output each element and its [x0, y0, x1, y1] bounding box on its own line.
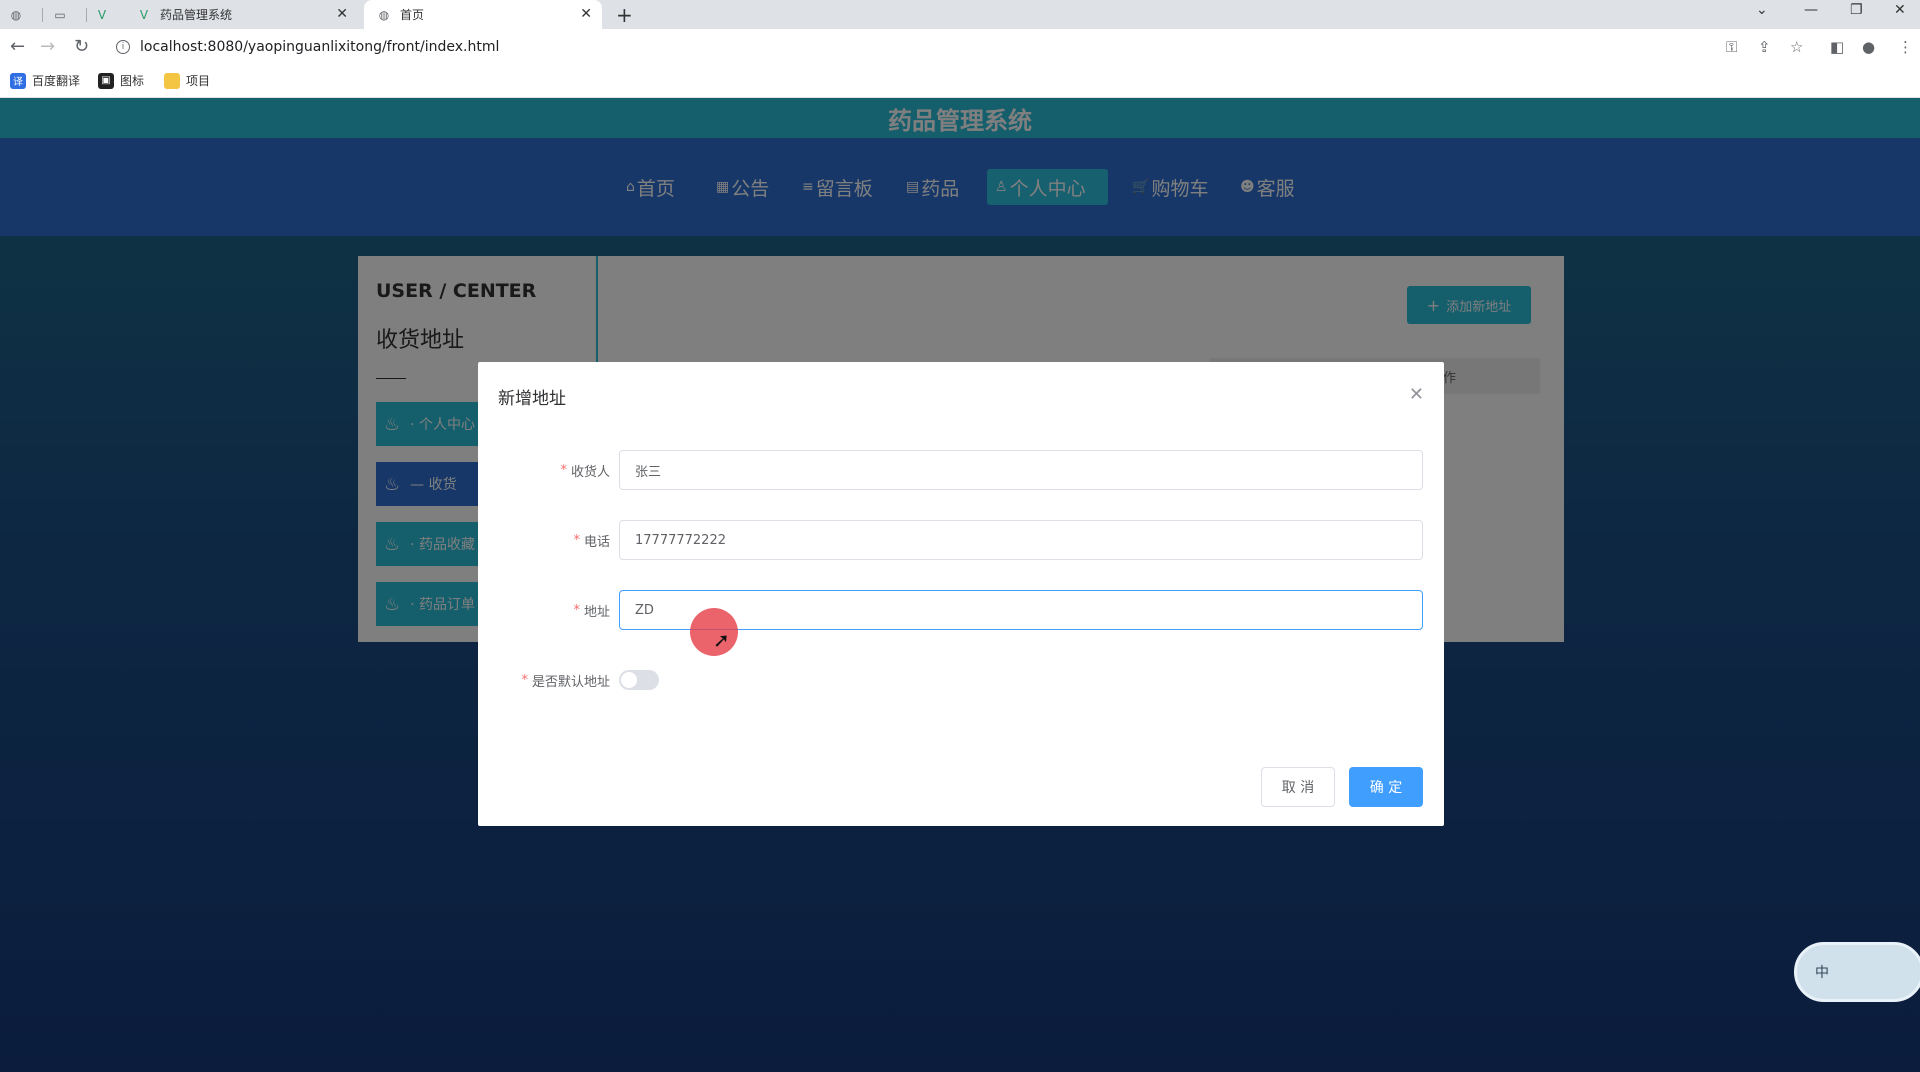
vue-logo-icon: V	[97, 7, 107, 22]
folder-icon	[164, 72, 180, 89]
confirm-button[interactable]: 确 定	[1349, 767, 1423, 807]
page-icon: ▭	[54, 7, 66, 22]
window-close-icon[interactable]: ✕	[1894, 2, 1906, 18]
toggle-knob	[621, 672, 637, 688]
phone-input[interactable]	[619, 520, 1423, 560]
default-address-toggle[interactable]	[619, 670, 659, 690]
share-icon[interactable]: ⇪	[1758, 38, 1771, 56]
image-icon: ▣	[98, 72, 114, 89]
address-bar: ← → ↻ i localhost:8080/yaopinguanlixiton…	[0, 29, 1920, 66]
default-label: * 是否默认地址	[521, 672, 610, 690]
close-tab-icon[interactable]: ✕	[336, 6, 348, 22]
vue-logo-icon: V	[139, 7, 149, 22]
bookmarks-bar: 译 百度翻译 ▣ 图标 项目	[0, 66, 1920, 98]
minimize-icon[interactable]: —	[1804, 2, 1818, 18]
bookmark-baidu-translate[interactable]: 译 百度翻译	[10, 72, 80, 89]
tab-title: 首页	[400, 8, 425, 22]
key-icon[interactable]: ⚿	[1726, 38, 1737, 56]
forward-icon[interactable]: →	[40, 36, 55, 57]
browser-tab-2[interactable]: ▭	[44, 0, 84, 29]
receiver-label: * 收货人	[560, 462, 610, 480]
receiver-input[interactable]	[619, 450, 1423, 490]
profile-icon[interactable]: ●	[1862, 38, 1875, 56]
phone-label: * 电话	[573, 532, 610, 550]
url-field[interactable]: i localhost:8080/yaopinguanlixitong/fron…	[108, 33, 1788, 61]
address-input[interactable]	[619, 590, 1423, 630]
address-row: * 地址	[478, 590, 1444, 630]
globe-icon: ◍	[10, 7, 22, 22]
ime-mode-label: 中	[1815, 965, 1829, 981]
close-tab-icon[interactable]: ✕	[580, 6, 592, 22]
reload-icon[interactable]: ↻	[74, 36, 89, 57]
side-panel-icon[interactable]: ◧	[1830, 38, 1844, 56]
address-label: * 地址	[573, 602, 610, 620]
translate-icon: 译	[10, 72, 26, 89]
ime-widget[interactable]: 中	[1794, 942, 1920, 1002]
tab-divider	[42, 8, 43, 22]
star-icon[interactable]: ☆	[1790, 38, 1803, 56]
back-icon[interactable]: ←	[10, 36, 25, 57]
cancel-button[interactable]: 取 消	[1261, 767, 1335, 807]
receiver-row: * 收货人	[478, 450, 1444, 490]
browser-tab-yaopin[interactable]: V 药品管理系统 ✕	[130, 0, 358, 29]
bookmark-projects[interactable]: 项目	[164, 72, 210, 89]
add-address-dialog: 新增地址 ✕ *收货人 *电话 *地址 *是否默认地址 取 消 确 定	[478, 362, 1444, 826]
url-text: localhost:8080/yaopinguanlixitong/front/…	[140, 39, 500, 55]
phone-row: * 电话	[478, 520, 1444, 560]
mouse-cursor-icon: ➚	[713, 628, 730, 652]
browser-tab-1[interactable]: ◍	[0, 0, 40, 29]
site-info-icon[interactable]: i	[116, 40, 130, 54]
browser-tab-bar: ◍ ▭ V V 药品管理系统 ✕ ◍ 首页 ✕ + ⌄ — ❐ ✕	[0, 0, 1920, 29]
close-icon[interactable]: ✕	[1409, 384, 1424, 405]
default-row: * 是否默认地址	[478, 660, 1444, 700]
bookmark-icons[interactable]: ▣ 图标	[98, 72, 144, 89]
globe-icon: ◍	[378, 7, 390, 22]
dialog-title: 新增地址	[498, 389, 566, 409]
tab-search-icon[interactable]: ⌄	[1756, 2, 1768, 18]
browser-tab-home[interactable]: ◍ 首页 ✕	[364, 0, 602, 29]
tab-title: 药品管理系统	[160, 8, 233, 22]
new-tab-button[interactable]: +	[616, 3, 633, 27]
browser-tab-3[interactable]: V	[86, 0, 126, 29]
restore-icon[interactable]: ❐	[1850, 2, 1863, 18]
menu-icon[interactable]: ⋮	[1898, 38, 1913, 56]
